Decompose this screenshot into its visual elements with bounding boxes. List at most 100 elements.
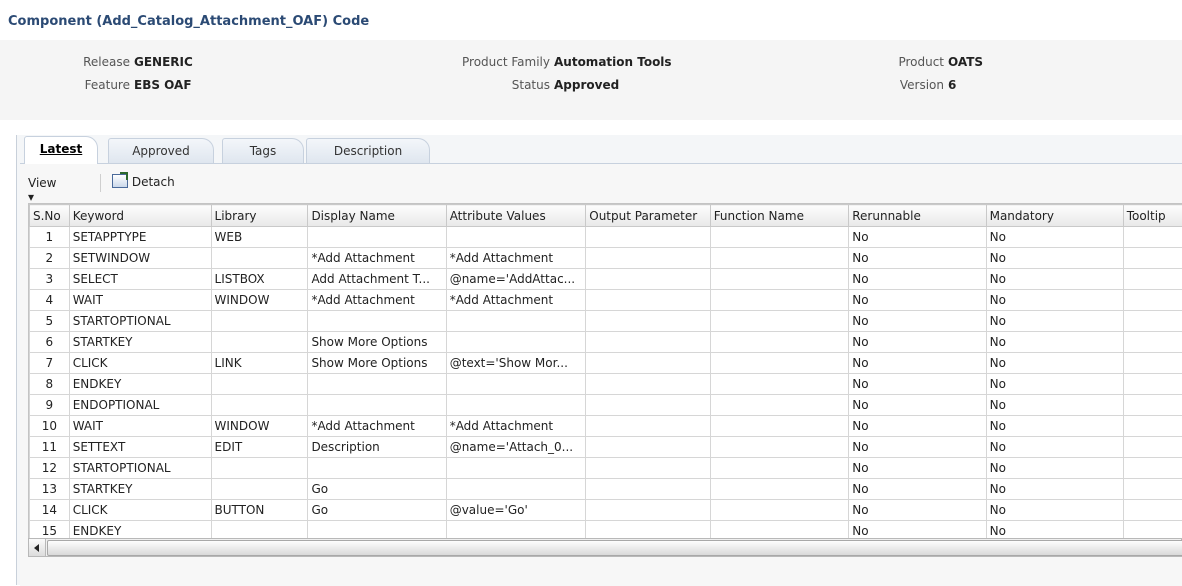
cell-attribute-values[interactable] [445, 310, 587, 332]
cell-function-name[interactable] [709, 415, 850, 437]
cell-library[interactable]: BUTTON [210, 499, 309, 521]
cell-function-name[interactable] [709, 457, 850, 479]
cell-sno[interactable]: 12 [29, 457, 70, 479]
cell-display-name[interactable]: Go [307, 478, 447, 500]
table-row[interactable]: 11 SETTEXT EDIT Description @name='Attach_0.… [29, 436, 1182, 458]
table-row[interactable]: 10 WAIT WINDOW *Add Attachment *Add Attachme… [29, 415, 1182, 437]
table-row[interactable]: 14 CLICK BUTTON Go @value='Go' No No [29, 499, 1182, 521]
cell-function-name[interactable] [709, 226, 850, 248]
cell-library[interactable] [210, 478, 309, 500]
cell-tooltip[interactable] [1122, 310, 1182, 332]
column-header-attribute-values[interactable]: Attribute Values [445, 204, 587, 227]
cell-rerunnable[interactable]: No [848, 478, 987, 500]
detach-button[interactable]: Detach [112, 172, 175, 189]
cell-display-name[interactable] [307, 457, 447, 479]
cell-mandatory[interactable]: No [985, 226, 1124, 248]
cell-function-name[interactable] [709, 247, 850, 269]
cell-output-parameter[interactable] [585, 373, 711, 395]
cell-keyword[interactable]: SETWINDOW [68, 247, 212, 269]
column-header-display-name[interactable]: Display Name [307, 204, 447, 227]
cell-rerunnable[interactable]: No [848, 352, 987, 374]
scrollbar-thumb[interactable] [47, 540, 1182, 556]
table-row[interactable]: 2 SETWINDOW *Add Attachment *Add Attachment… [29, 247, 1182, 269]
cell-library[interactable] [210, 457, 309, 479]
cell-tooltip[interactable] [1122, 415, 1182, 437]
cell-library[interactable]: LINK [210, 352, 309, 374]
cell-output-parameter[interactable] [585, 499, 711, 521]
cell-sno[interactable]: 14 [29, 499, 70, 521]
cell-sno[interactable]: 1 [29, 226, 70, 248]
cell-display-name[interactable]: Show More Options [307, 331, 447, 353]
cell-rerunnable[interactable]: No [848, 247, 987, 269]
cell-tooltip[interactable] [1122, 478, 1182, 500]
cell-tooltip[interactable] [1122, 499, 1182, 521]
cell-tooltip[interactable] [1122, 226, 1182, 248]
cell-attribute-values[interactable] [445, 373, 587, 395]
cell-function-name[interactable] [709, 394, 850, 416]
cell-rerunnable[interactable]: No [848, 436, 987, 458]
cell-rerunnable[interactable]: No [848, 394, 987, 416]
cell-mandatory[interactable]: No [985, 436, 1124, 458]
column-header-tooltip[interactable]: Tooltip [1122, 204, 1182, 227]
table-row[interactable]: 9 ENDOPTIONAL No No [29, 394, 1182, 416]
cell-function-name[interactable] [709, 436, 850, 458]
cell-tooltip[interactable] [1122, 247, 1182, 269]
cell-rerunnable[interactable]: No [848, 268, 987, 290]
cell-display-name[interactable] [307, 373, 447, 395]
table-row[interactable]: 1 SETAPPTYPE WEB No No [29, 226, 1182, 248]
cell-rerunnable[interactable]: No [848, 331, 987, 353]
cell-function-name[interactable] [709, 352, 850, 374]
cell-sno[interactable]: 10 [29, 415, 70, 437]
cell-mandatory[interactable]: No [985, 268, 1124, 290]
cell-rerunnable[interactable]: No [848, 310, 987, 332]
cell-output-parameter[interactable] [585, 352, 711, 374]
cell-output-parameter[interactable] [585, 226, 711, 248]
column-header-keyword[interactable]: Keyword [68, 204, 212, 227]
cell-output-parameter[interactable] [585, 310, 711, 332]
cell-mandatory[interactable]: No [985, 499, 1124, 521]
cell-sno[interactable]: 9 [29, 394, 70, 416]
tab-approved[interactable]: Approved [108, 138, 214, 163]
cell-display-name[interactable]: Go [307, 499, 447, 521]
cell-rerunnable[interactable]: No [848, 457, 987, 479]
cell-tooltip[interactable] [1122, 331, 1182, 353]
cell-tooltip[interactable] [1122, 394, 1182, 416]
cell-function-name[interactable] [709, 478, 850, 500]
cell-mandatory[interactable]: No [985, 457, 1124, 479]
column-header-function-name[interactable]: Function Name [709, 204, 850, 227]
cell-display-name[interactable]: Show More Options [307, 352, 447, 374]
cell-keyword[interactable]: ENDOPTIONAL [68, 394, 212, 416]
cell-sno[interactable]: 8 [29, 373, 70, 395]
cell-library[interactable] [210, 394, 309, 416]
cell-mandatory[interactable]: No [985, 394, 1124, 416]
cell-attribute-values[interactable]: @name='Attach_0... [445, 436, 587, 458]
cell-mandatory[interactable]: No [985, 478, 1124, 500]
cell-tooltip[interactable] [1122, 289, 1182, 311]
cell-attribute-values[interactable] [445, 394, 587, 416]
cell-sno[interactable]: 4 [29, 289, 70, 311]
scroll-left-button[interactable] [29, 539, 46, 556]
cell-library[interactable] [210, 247, 309, 269]
cell-display-name[interactable] [307, 226, 447, 248]
cell-attribute-values[interactable]: @text='Show Mor... [445, 352, 587, 374]
cell-sno[interactable]: 5 [29, 310, 70, 332]
table-row[interactable]: 6 STARTKEY Show More Options No No [29, 331, 1182, 353]
cell-keyword[interactable]: CLICK [68, 352, 212, 374]
cell-output-parameter[interactable] [585, 457, 711, 479]
cell-library[interactable] [210, 331, 309, 353]
cell-attribute-values[interactable] [445, 331, 587, 353]
cell-function-name[interactable] [709, 373, 850, 395]
cell-display-name[interactable]: *Add Attachment [307, 415, 447, 437]
horizontal-scrollbar[interactable] [28, 538, 1182, 557]
cell-keyword[interactable]: WAIT [68, 415, 212, 437]
cell-display-name[interactable] [307, 394, 447, 416]
table-row[interactable]: 4 WAIT WINDOW *Add Attachment *Add Attachmen… [29, 289, 1182, 311]
cell-attribute-values[interactable]: *Add Attachment [445, 415, 587, 437]
cell-display-name[interactable]: Add Attachment T... [307, 268, 447, 290]
cell-display-name[interactable]: Description [307, 436, 447, 458]
cell-library[interactable] [210, 310, 309, 332]
column-header-mandatory[interactable]: Mandatory [985, 204, 1124, 227]
cell-sno[interactable]: 11 [29, 436, 70, 458]
table-row[interactable]: 13 STARTKEY Go No No [29, 478, 1182, 500]
table-row[interactable]: 12 STARTOPTIONAL No No [29, 457, 1182, 479]
